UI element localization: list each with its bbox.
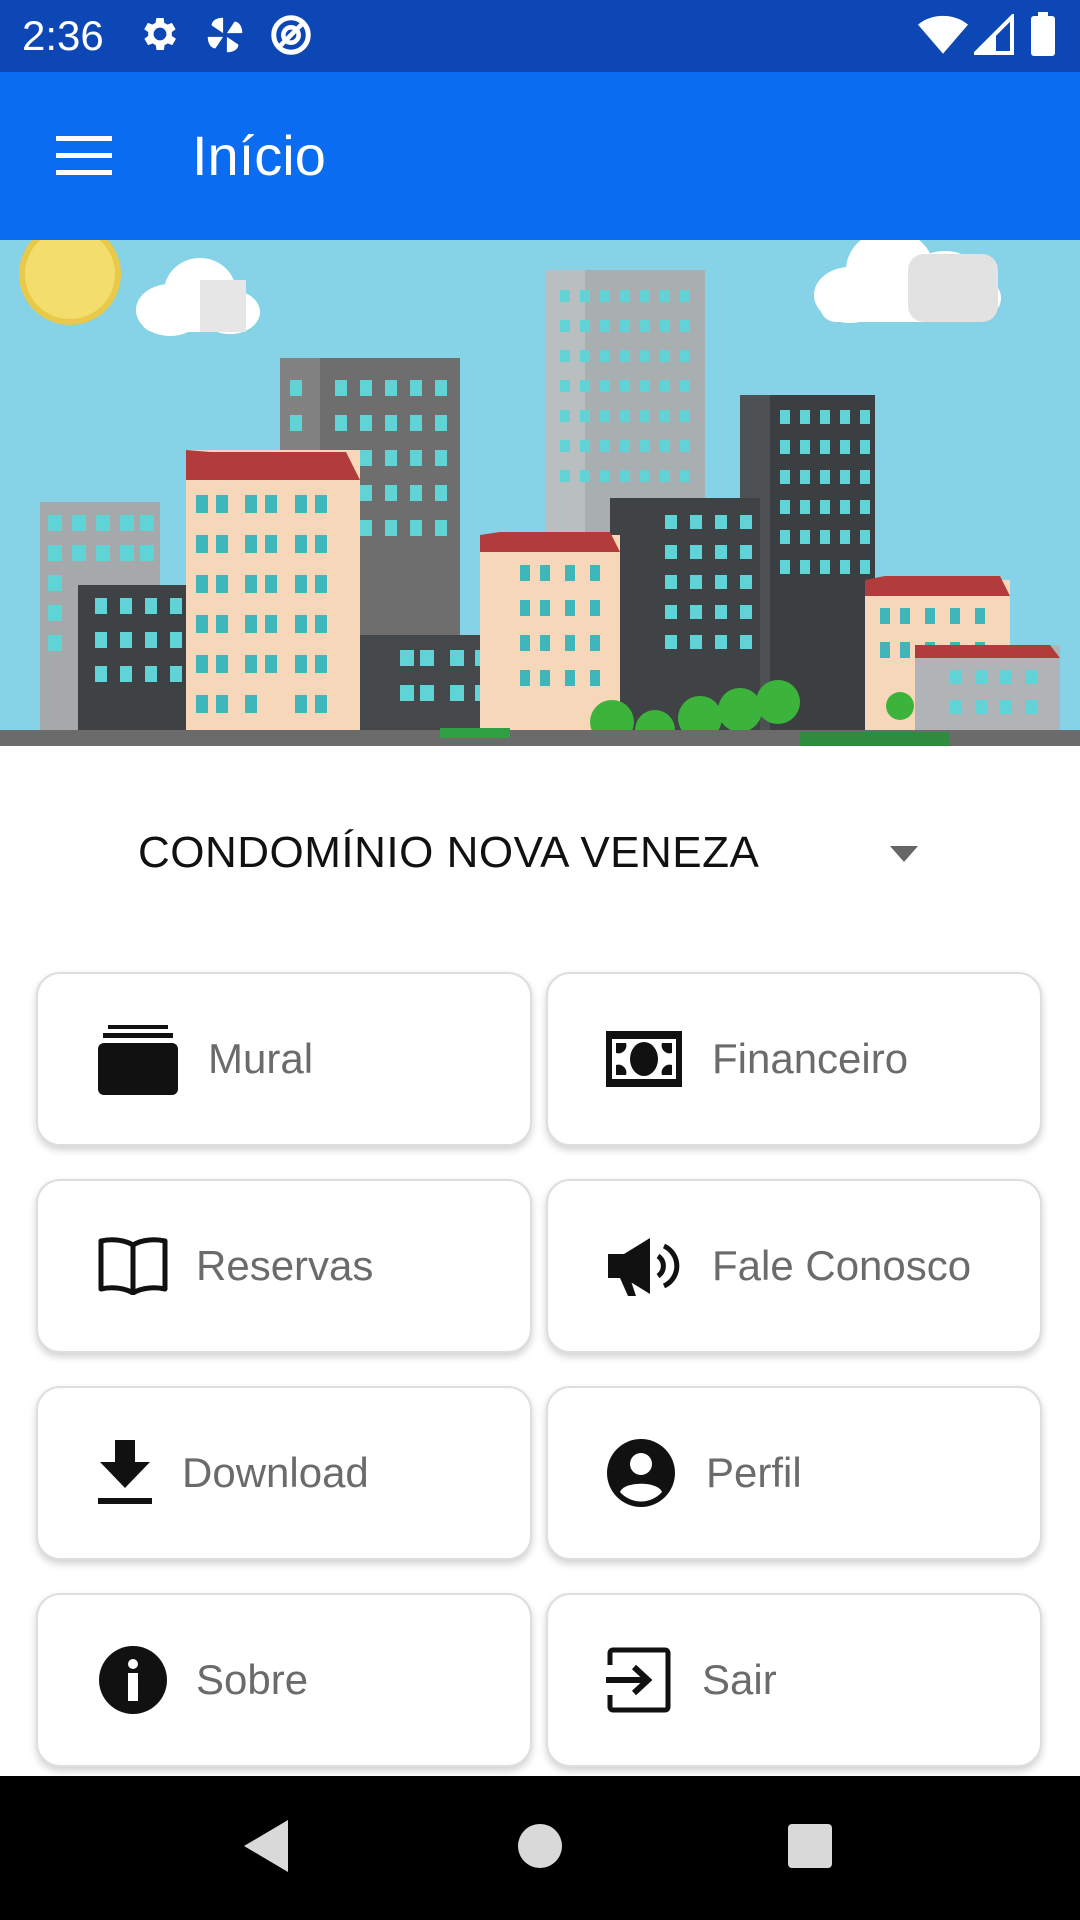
exit-icon — [606, 1647, 671, 1713]
pinwheel-icon — [202, 12, 248, 63]
home-icon[interactable] — [516, 1818, 564, 1874]
battery-icon — [1030, 12, 1056, 61]
condo-select[interactable]: CONDOMÍNIO NOVA VENEZA — [100, 800, 960, 904]
back-icon[interactable] — [242, 1818, 292, 1874]
menu-card-label: Fale Conosco — [712, 1242, 972, 1289]
money-bill-icon — [606, 1031, 682, 1087]
cards-stack-icon — [98, 1025, 178, 1095]
menu-card-mural[interactable]: Mural — [36, 972, 532, 1146]
menu-card-download[interactable]: Download — [36, 1386, 532, 1560]
menu-card-sobre[interactable]: Sobre — [36, 1593, 532, 1767]
open-book-icon — [98, 1237, 168, 1295]
signal-icon — [971, 12, 1014, 61]
menu-card-label: Sair — [702, 1656, 777, 1703]
gear-icon — [138, 12, 182, 61]
menu-card-sair[interactable]: Sair — [546, 1593, 1042, 1767]
city-banner-image — [0, 240, 1080, 746]
hamburger-menu-icon[interactable] — [40, 120, 128, 192]
at-sign-icon — [268, 12, 314, 63]
status-time: 2:36 — [22, 12, 104, 59]
menu-card-reservas[interactable]: Reservas — [36, 1179, 532, 1353]
megaphone-icon — [608, 1238, 680, 1296]
menu-card-label: Download — [182, 1449, 369, 1496]
menu-card-perfil[interactable]: Perfil — [546, 1386, 1042, 1560]
recents-icon[interactable] — [786, 1818, 834, 1874]
menu-card-label: Sobre — [196, 1656, 309, 1703]
download-icon — [98, 1440, 152, 1504]
status-bar: 2:36 — [0, 0, 1080, 72]
dropdown-arrow-icon — [890, 846, 918, 862]
account-circle-icon — [607, 1439, 675, 1507]
app-bar: Início — [0, 72, 1080, 240]
page-title: Início — [192, 124, 326, 187]
menu-card-fale-conosco[interactable]: Fale Conosco — [546, 1179, 1042, 1353]
wifi-icon — [918, 14, 968, 61]
menu-card-label: Reservas — [196, 1242, 374, 1289]
system-nav-bar — [0, 1776, 1080, 1920]
menu-card-label: Perfil — [706, 1449, 802, 1496]
menu-card-label: Financeiro — [712, 1035, 909, 1082]
info-icon — [99, 1646, 167, 1714]
menu-card-label: Mural — [208, 1035, 314, 1082]
condo-select-value: CONDOMÍNIO NOVA VENEZA — [138, 828, 760, 877]
menu-card-financeiro[interactable]: Financeiro — [546, 972, 1042, 1146]
